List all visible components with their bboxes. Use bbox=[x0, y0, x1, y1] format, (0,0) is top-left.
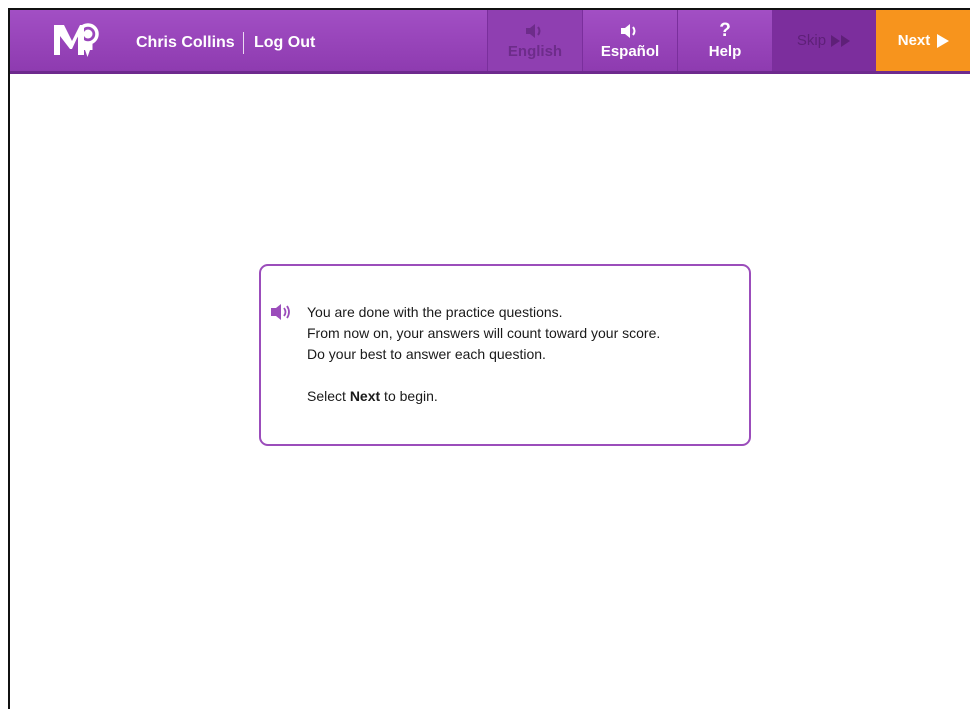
top-toolbar: Chris Collins Log Out English Español ? … bbox=[10, 10, 970, 74]
espanol-label: Español bbox=[600, 43, 660, 60]
cta-suffix: to begin. bbox=[380, 388, 438, 404]
user-name: Chris Collins bbox=[136, 34, 235, 51]
message-text: You are done with the practice questions… bbox=[307, 302, 660, 407]
header-divider bbox=[243, 32, 244, 54]
speaker-icon bbox=[524, 21, 546, 41]
message-line: You are done with the practice questions… bbox=[307, 304, 563, 320]
app-frame: Chris Collins Log Out English Español ? … bbox=[8, 8, 970, 709]
logout-link[interactable]: Log Out bbox=[254, 34, 315, 52]
english-audio-button[interactable]: English bbox=[487, 10, 582, 71]
play-arrow-icon bbox=[936, 31, 950, 51]
help-label: Help bbox=[708, 43, 742, 60]
english-label: English bbox=[507, 43, 563, 60]
transition-message-box: You are done with the practice questions… bbox=[259, 264, 751, 446]
message-cta: Select Next to begin. bbox=[307, 386, 660, 407]
next-label: Next bbox=[897, 32, 931, 49]
espanol-audio-button[interactable]: Español bbox=[582, 10, 677, 71]
logo-icon bbox=[54, 23, 99, 57]
next-button[interactable]: Next bbox=[876, 10, 970, 71]
speaker-icon bbox=[619, 21, 641, 41]
skip-label: Skip bbox=[796, 32, 827, 49]
speaker-icon[interactable] bbox=[269, 302, 293, 322]
message-line: From now on, your answers will count tow… bbox=[307, 325, 661, 341]
double-arrow-icon bbox=[830, 31, 852, 51]
cta-next-word: Next bbox=[349, 388, 381, 404]
skip-button[interactable]: Skip bbox=[772, 10, 876, 71]
question-mark-icon: ? bbox=[719, 20, 731, 41]
help-button[interactable]: ? Help bbox=[677, 10, 772, 71]
cta-prefix: Select bbox=[307, 388, 350, 404]
message-line: Do your best to answer each question. bbox=[307, 346, 546, 362]
